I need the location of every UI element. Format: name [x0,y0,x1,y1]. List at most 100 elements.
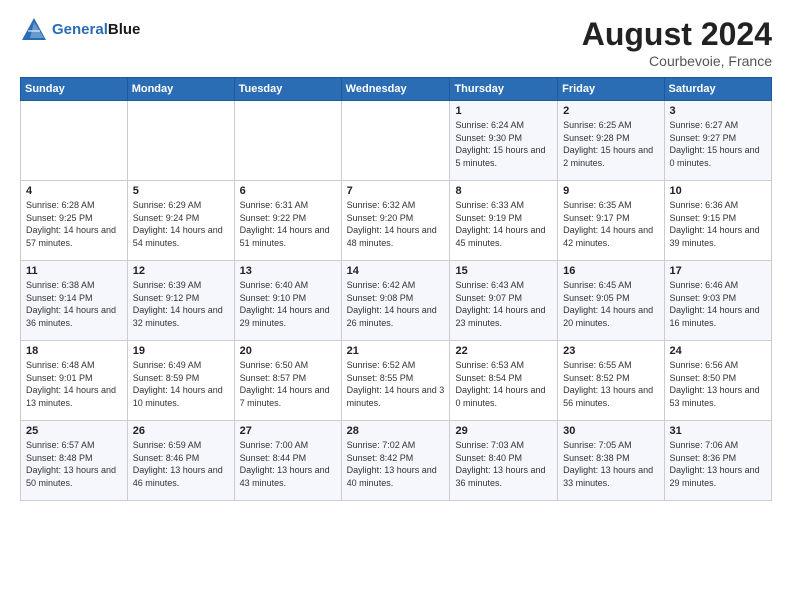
calendar-cell: 29 Sunrise: 7:03 AMSunset: 8:40 PMDayligh… [450,421,558,501]
week-row-4: 18 Sunrise: 6:48 AMSunset: 9:01 PMDayligh… [21,341,772,421]
day-detail: Sunrise: 6:42 AMSunset: 9:08 PMDaylight:… [347,279,445,329]
day-number: 14 [347,265,445,277]
page-header: GeneralBlue August 2024 Courbevoie, Fran… [20,16,772,69]
week-row-5: 25Sunrise: 6:57 AMSunset: 8:48 PMDayligh… [21,421,772,501]
day-number: 11 [26,265,122,277]
day-detail: Sunrise: 6:53 AMSunset: 8:54 PMDaylight:… [455,359,552,409]
week-row-3: 11 Sunrise: 6:38 AMSunset: 9:14 PMDayligh… [21,261,772,341]
day-detail: Sunrise: 6:39 AMSunset: 9:12 PMDaylight:… [133,279,229,329]
logo-text: GeneralBlue [52,21,140,39]
calendar-cell: 27 Sunrise: 7:00 AMSunset: 8:44 PMDayligh… [234,421,341,501]
day-detail: Sunrise: 7:00 AMSunset: 8:44 PMDaylight:… [240,439,336,489]
calendar-cell: 6 Sunrise: 6:31 AMSunset: 9:22 PMDaylight… [234,181,341,261]
col-tuesday: Tuesday [234,78,341,101]
calendar-cell: 14 Sunrise: 6:42 AMSunset: 9:08 PMDayligh… [341,261,450,341]
day-detail: Sunrise: 6:31 AMSunset: 9:22 PMDaylight:… [240,199,336,249]
day-detail: Sunrise: 6:52 AMSunset: 8:55 PMDaylight:… [347,359,445,409]
calendar-cell: 21 Sunrise: 6:52 AMSunset: 8:55 PMDayligh… [341,341,450,421]
day-number: 4 [26,185,122,197]
day-number: 8 [455,185,552,197]
day-detail: Sunrise: 6:59 AMSunset: 8:46 PMDaylight:… [133,439,229,489]
calendar-cell: 2 Sunrise: 6:25 AMSunset: 9:28 PMDaylight… [558,101,664,181]
col-saturday: Saturday [664,78,771,101]
day-detail: Sunrise: 7:02 AMSunset: 8:42 PMDaylight:… [347,439,445,489]
day-number: 20 [240,345,336,357]
calendar-cell: 31Sunrise: 7:06 AMSunset: 8:36 PMDayligh… [664,421,771,501]
day-detail: Sunrise: 6:36 AMSunset: 9:15 PMDaylight:… [670,199,766,249]
day-detail: Sunrise: 7:05 AMSunset: 8:38 PMDaylight:… [563,439,658,489]
day-number: 25 [26,425,122,437]
day-number: 6 [240,185,336,197]
day-detail: Sunrise: 6:27 AMSunset: 9:27 PMDaylight:… [670,119,766,169]
calendar-cell: 9Sunrise: 6:35 AMSunset: 9:17 PMDaylight… [558,181,664,261]
day-number: 19 [133,345,229,357]
calendar-cell: 4 Sunrise: 6:28 AMSunset: 9:25 PMDaylight… [21,181,128,261]
col-sunday: Sunday [21,78,128,101]
day-detail: Sunrise: 6:38 AMSunset: 9:14 PMDaylight:… [26,279,122,329]
calendar-cell: 17Sunrise: 6:46 AMSunset: 9:03 PMDayligh… [664,261,771,341]
calendar-cell: 24 Sunrise: 6:56 AMSunset: 8:50 PMDayligh… [664,341,771,421]
day-number: 23 [563,345,658,357]
calendar-cell: 26 Sunrise: 6:59 AMSunset: 8:46 PMDayligh… [127,421,234,501]
day-number: 10 [670,185,766,197]
day-detail: Sunrise: 6:28 AMSunset: 9:25 PMDaylight:… [26,199,122,249]
day-number: 18 [26,345,122,357]
day-detail: Sunrise: 6:56 AMSunset: 8:50 PMDaylight:… [670,359,766,409]
day-detail: Sunrise: 6:48 AMSunset: 9:01 PMDaylight:… [26,359,122,409]
week-row-1: 1 Sunrise: 6:24 AMSunset: 9:30 PMDaylight… [21,101,772,181]
day-number: 21 [347,345,445,357]
col-friday: Friday [558,78,664,101]
day-detail: Sunrise: 6:45 AMSunset: 9:05 PMDaylight:… [563,279,658,329]
calendar-cell: 1 Sunrise: 6:24 AMSunset: 9:30 PMDaylight… [450,101,558,181]
day-number: 26 [133,425,229,437]
day-detail: Sunrise: 6:29 AMSunset: 9:24 PMDaylight:… [133,199,229,249]
calendar-cell: 22 Sunrise: 6:53 AMSunset: 8:54 PMDayligh… [450,341,558,421]
calendar-cell: 19 Sunrise: 6:49 AMSunset: 8:59 PMDayligh… [127,341,234,421]
day-number: 1 [455,105,552,117]
logo: GeneralBlue [20,16,140,44]
calendar-table: Sunday Monday Tuesday Wednesday Thursday… [20,77,772,501]
day-detail: Sunrise: 6:40 AMSunset: 9:10 PMDaylight:… [240,279,336,329]
day-number: 27 [240,425,336,437]
day-detail: Sunrise: 6:43 AMSunset: 9:07 PMDaylight:… [455,279,552,329]
day-detail: Sunrise: 6:50 AMSunset: 8:57 PMDaylight:… [240,359,336,409]
calendar-cell: 20 Sunrise: 6:50 AMSunset: 8:57 PMDayligh… [234,341,341,421]
day-number: 9 [563,185,658,197]
day-detail: Sunrise: 6:55 AMSunset: 8:52 PMDaylight:… [563,359,658,409]
day-number: 5 [133,185,229,197]
calendar-cell: 16 Sunrise: 6:45 AMSunset: 9:05 PMDayligh… [558,261,664,341]
title-block: August 2024 Courbevoie, France [582,16,772,69]
day-detail: Sunrise: 6:49 AMSunset: 8:59 PMDaylight:… [133,359,229,409]
day-number: 30 [563,425,658,437]
day-number: 15 [455,265,552,277]
day-detail: Sunrise: 6:25 AMSunset: 9:28 PMDaylight:… [563,119,658,169]
day-number: 3 [670,105,766,117]
day-number: 24 [670,345,766,357]
calendar-cell: 13Sunrise: 6:40 AMSunset: 9:10 PMDayligh… [234,261,341,341]
calendar-cell: 25Sunrise: 6:57 AMSunset: 8:48 PMDayligh… [21,421,128,501]
day-number: 29 [455,425,552,437]
calendar-cell [21,101,128,181]
day-number: 22 [455,345,552,357]
col-wednesday: Wednesday [341,78,450,101]
day-number: 16 [563,265,658,277]
day-detail: Sunrise: 7:06 AMSunset: 8:36 PMDaylight:… [670,439,766,489]
calendar-cell: 23 Sunrise: 6:55 AMSunset: 8:52 PMDayligh… [558,341,664,421]
col-monday: Monday [127,78,234,101]
day-detail: Sunrise: 6:24 AMSunset: 9:30 PMDaylight:… [455,119,552,169]
day-number: 17 [670,265,766,277]
calendar-cell: 11 Sunrise: 6:38 AMSunset: 9:14 PMDayligh… [21,261,128,341]
day-detail: Sunrise: 7:03 AMSunset: 8:40 PMDaylight:… [455,439,552,489]
calendar-cell: 30 Sunrise: 7:05 AMSunset: 8:38 PMDayligh… [558,421,664,501]
calendar-cell: 12Sunrise: 6:39 AMSunset: 9:12 PMDayligh… [127,261,234,341]
day-number: 7 [347,185,445,197]
calendar-cell: 3 Sunrise: 6:27 AMSunset: 9:27 PMDaylight… [664,101,771,181]
location-subtitle: Courbevoie, France [582,53,772,69]
calendar-header-row: Sunday Monday Tuesday Wednesday Thursday… [21,78,772,101]
calendar-cell: 5 Sunrise: 6:29 AMSunset: 9:24 PMDaylight… [127,181,234,261]
calendar-cell [234,101,341,181]
calendar-cell: 8Sunrise: 6:33 AMSunset: 9:19 PMDaylight… [450,181,558,261]
day-number: 2 [563,105,658,117]
month-year-title: August 2024 [582,16,772,53]
calendar-cell: 15 Sunrise: 6:43 AMSunset: 9:07 PMDayligh… [450,261,558,341]
